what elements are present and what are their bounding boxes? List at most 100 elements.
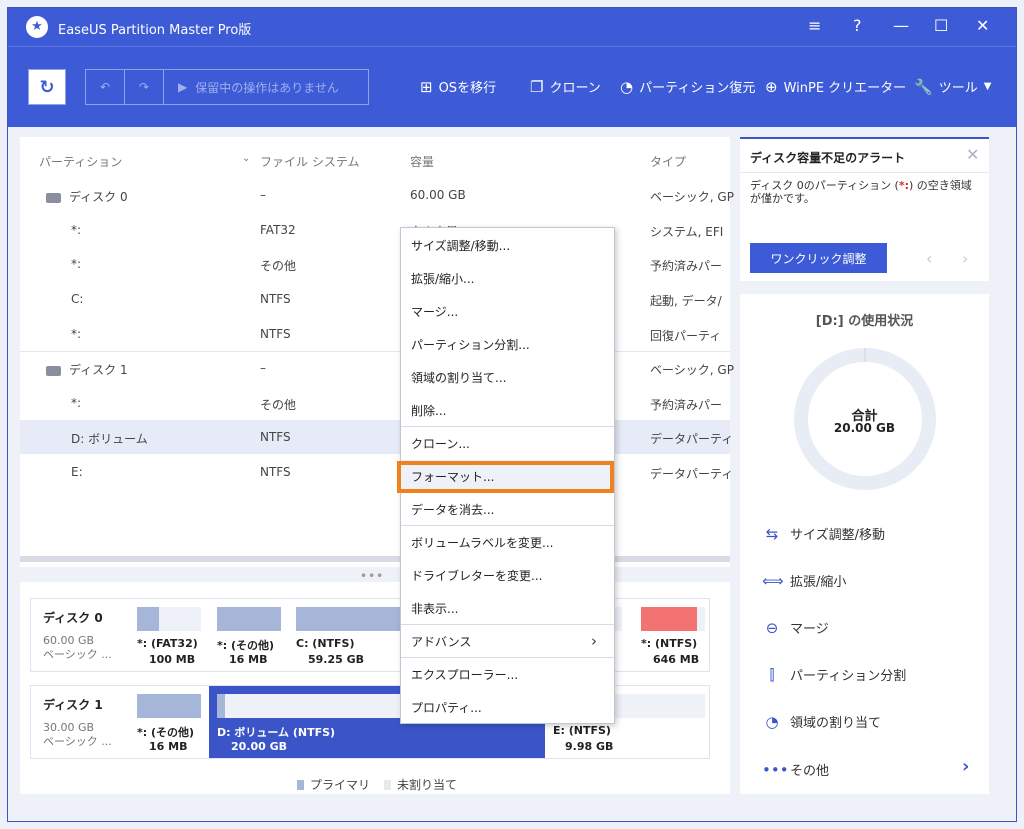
disk-name: ディスク 0: [43, 611, 103, 625]
menu-item-split[interactable]: パーティション分割...: [401, 328, 614, 361]
action-merge[interactable]: ⊖ マージ: [762, 618, 829, 638]
minimize-icon[interactable]: —: [893, 16, 909, 35]
menu-item-merge[interactable]: マージ...: [401, 295, 614, 328]
row-name: E:: [71, 465, 83, 479]
redo-button[interactable]: ↷: [124, 69, 164, 105]
extend-icon: ⟺: [762, 571, 784, 590]
menu-item-change-letter[interactable]: ドライブレターを変更...: [401, 559, 614, 592]
winpe-creator-label: WinPE クリエーター: [783, 81, 907, 96]
menu-item-explorer[interactable]: エクスプローラー...: [401, 658, 614, 691]
undo-button[interactable]: ↶: [85, 69, 125, 105]
partition-size: 20.00 GB: [231, 740, 288, 753]
table-row[interactable]: *: その他 予約済みパー: [20, 386, 730, 420]
refresh-button[interactable]: ↻: [28, 69, 66, 105]
close-icon[interactable]: ✕: [966, 145, 979, 164]
tools-menu-button[interactable]: 🔧 ツール ▼: [914, 77, 991, 97]
clone-icon: ❐: [530, 77, 544, 96]
low-space-alert: ディスク容量不足のアラート ✕ ディスク 0のパーティション (*:) の空き領…: [740, 137, 989, 281]
winpe-creator-button[interactable]: ⊕ WinPE クリエーター: [765, 77, 907, 97]
partition-block[interactable]: *: (FAT32) 100 MB: [137, 599, 207, 671]
menu-item-wipe-data[interactable]: データを消去...: [401, 493, 614, 526]
disk-name: ディスク 1: [43, 698, 103, 712]
action-resize-move[interactable]: ⇆ サイズ調整/移動: [762, 524, 885, 544]
partition-size: 16 MB: [229, 653, 268, 666]
table-row[interactable]: *: FAT32 空き容量: 65 MB / 100 MB システム, EFI: [20, 213, 730, 247]
unallocated-swatch: [384, 779, 391, 790]
clone-button[interactable]: ❐ クローン: [530, 77, 601, 97]
table-row[interactable]: ディスク 1 – ベーシック, GP: [20, 351, 734, 385]
row-name: *:: [71, 396, 82, 410]
partition-recovery-label: パーティション復元: [639, 81, 756, 96]
header-capacity[interactable]: 容量: [410, 153, 434, 170]
horizontal-scrollbar[interactable]: [20, 556, 730, 562]
alert-divider: [740, 172, 989, 173]
legend-primary: プライマリ: [297, 776, 370, 793]
table-row[interactable]: *: その他 予約済みパー: [20, 247, 730, 281]
usage-total-value: 20.00 GB: [833, 421, 896, 435]
row-type: 起動, データ/: [650, 294, 722, 308]
table-row[interactable]: *: NTFS 回復パーティ: [20, 317, 730, 351]
disk-type: ベーシック ...: [43, 648, 112, 661]
partition-block[interactable]: *: (NTFS) 646 MB: [641, 599, 707, 671]
row-type: ベーシック, GP: [650, 363, 734, 377]
header-type[interactable]: タイプ: [650, 153, 686, 170]
disk-type: ベーシック ...: [43, 735, 112, 748]
partition-name: *: (その他): [137, 726, 195, 739]
row-fs: NTFS: [260, 465, 291, 479]
table-row-selected[interactable]: D: ボリューム NTFS データパーティ: [20, 420, 734, 454]
redo-icon: ↷: [138, 80, 150, 94]
menu-item-extend-shrink[interactable]: 拡張/縮小...: [401, 262, 614, 295]
row-fs: –: [260, 361, 266, 375]
menu-item-delete[interactable]: 削除...: [401, 394, 614, 427]
chevron-right-icon[interactable]: ›: [962, 756, 969, 777]
menu-item-properties[interactable]: プロパティ...: [401, 691, 614, 724]
migrate-os-button[interactable]: ⊞ OSを移行: [420, 77, 496, 97]
menu-icon[interactable]: ≡: [808, 16, 821, 35]
primary-swatch: [297, 779, 304, 790]
sort-chevron-icon[interactable]: ⌄: [242, 153, 250, 164]
menu-item-resize-move[interactable]: サイズ調整/移動...: [401, 229, 614, 262]
one-click-adjust-button[interactable]: ワンクリック調整: [750, 243, 887, 273]
one-click-adjust-label: ワンクリック調整: [770, 251, 867, 266]
header-filesystem[interactable]: ファイル システム: [260, 153, 359, 170]
row-fs: FAT32: [260, 223, 296, 237]
partition-name: *: (NTFS): [641, 637, 698, 650]
format-highlight-box: [397, 461, 614, 493]
row-type: データパーティ: [650, 432, 734, 446]
row-type: システム, EFI: [650, 225, 724, 239]
table-row[interactable]: E: NTFS データパーティ: [20, 455, 733, 489]
partition-size: 646 MB: [653, 653, 700, 666]
more-icon: •••: [762, 760, 789, 779]
maximize-icon[interactable]: ☐: [934, 16, 948, 35]
row-name: C:: [71, 292, 84, 306]
partition-recovery-button[interactable]: ◔ パーティション復元: [620, 77, 756, 97]
table-row[interactable]: C: NTFS 起動, データ/: [20, 282, 730, 316]
menu-item-clone[interactable]: クローン...: [401, 427, 614, 460]
action-allocate[interactable]: ◔ 領域の割り当て: [762, 712, 881, 732]
partition-name: E: (NTFS): [553, 724, 611, 737]
apply-pending-button[interactable]: ▶ 保留中の操作はありません: [163, 69, 369, 105]
partition-name: *: (FAT32): [137, 637, 198, 650]
help-icon[interactable]: ?: [853, 16, 862, 35]
play-icon: ▶: [178, 80, 188, 94]
alert-title: ディスク容量不足のアラート: [750, 151, 906, 165]
partition-block[interactable]: *: (その他) 16 MB: [217, 599, 287, 671]
menu-item-change-label[interactable]: ボリュームラベルを変更...: [401, 526, 614, 559]
partition-block[interactable]: *: (その他) 16 MB: [137, 686, 207, 758]
action-split[interactable]: ⫿ パーティション分割: [762, 665, 907, 685]
action-extend-shrink[interactable]: ⟺ 拡張/縮小: [762, 571, 846, 591]
close-icon[interactable]: ✕: [976, 16, 989, 35]
menu-item-allocate[interactable]: 領域の割り当て...: [401, 361, 614, 394]
action-more[interactable]: ••• その他: [762, 760, 830, 780]
splitter-grip-icon[interactable]: •••: [360, 569, 384, 583]
action-label: その他: [790, 764, 830, 779]
partition-table: パーティション ⌄ ファイル システム 容量 タイプ ディスク 0 – 60.0…: [20, 137, 734, 567]
menu-item-hide[interactable]: 非表示...: [401, 592, 614, 625]
header-partition[interactable]: パーティション: [39, 153, 122, 170]
table-row[interactable]: ディスク 0 – 60.00 GB ベーシック, GP: [20, 178, 734, 212]
chevron-left-icon[interactable]: ‹: [926, 249, 932, 268]
menu-item-advanced[interactable]: アドバンス ›: [401, 625, 614, 658]
chevron-right-icon[interactable]: ›: [962, 249, 968, 268]
chevron-right-icon: ›: [591, 632, 597, 650]
row-name: *:: [71, 327, 82, 341]
